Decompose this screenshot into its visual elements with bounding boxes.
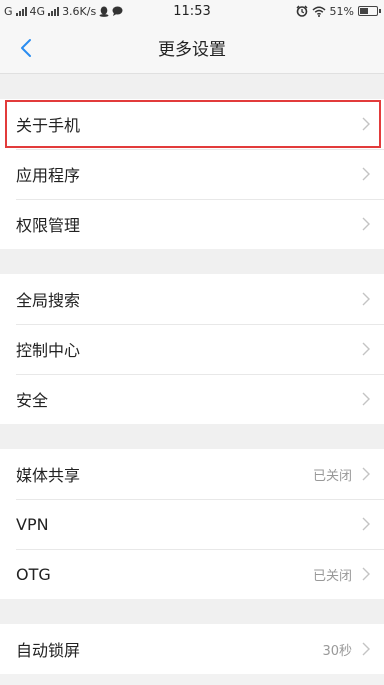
settings-row[interactable]: 关于手机 — [0, 99, 384, 149]
battery-level — [360, 8, 369, 14]
settings-group: 自动锁屏 30秒 — [0, 624, 384, 674]
header: 更多设置 — [0, 22, 384, 74]
wifi-icon — [312, 6, 326, 17]
settings-row-right — [362, 117, 370, 131]
status-bar: G 4G 3.6K/s 11:53 51% — [0, 0, 384, 22]
settings-row-label: 关于手机 — [16, 116, 81, 135]
settings-row-label: 应用程序 — [16, 166, 81, 185]
chevron-right-icon — [362, 342, 370, 356]
network-speed: 3.6K/s — [62, 4, 97, 18]
section-gap — [0, 424, 384, 449]
settings-row-label: 自动锁屏 — [16, 641, 81, 660]
settings-group: 关于手机应用程序权限管理 — [0, 99, 384, 249]
settings-row[interactable]: 控制中心 — [0, 324, 384, 374]
alarm-icon — [296, 5, 308, 17]
chevron-right-icon — [362, 392, 370, 406]
chevron-right-icon — [362, 642, 370, 656]
settings-row[interactable]: 应用程序 — [0, 149, 384, 199]
settings-row[interactable]: 自动锁屏 30秒 — [0, 624, 384, 674]
status-left: G 4G 3.6K/s — [4, 5, 123, 18]
battery-icon — [358, 6, 381, 16]
signal-icon — [15, 6, 27, 16]
settings-row-right: 已关闭 — [313, 565, 370, 584]
settings-row[interactable]: 媒体共享 已关闭 — [0, 449, 384, 499]
network-g-label: G — [4, 4, 13, 18]
clock: 11:53 — [173, 3, 211, 19]
settings-row[interactable]: 全局搜索 — [0, 274, 384, 324]
section-gap — [0, 249, 384, 274]
settings-row-value: 30秒 — [322, 643, 352, 659]
chevron-right-icon — [362, 567, 370, 581]
settings-row-label: 控制中心 — [16, 341, 81, 360]
settings-row[interactable]: 权限管理 — [0, 199, 384, 249]
chevron-right-icon — [362, 467, 370, 481]
chat-bubble-icon — [112, 6, 123, 16]
back-button[interactable] — [12, 34, 40, 62]
settings-row[interactable]: OTG 已关闭 — [0, 549, 384, 599]
chevron-right-icon — [362, 517, 370, 531]
settings-row-label: 媒体共享 — [16, 466, 81, 485]
settings-row-value: 已关闭 — [312, 468, 352, 484]
qq-icon — [99, 6, 109, 17]
section-gap — [0, 599, 384, 624]
chevron-right-icon — [362, 217, 370, 231]
status-right: 51% — [296, 4, 381, 18]
settings-row-right — [362, 517, 370, 531]
network-4g-label: 4G — [29, 4, 46, 18]
settings-group: 媒体共享 已关闭 VPN OTG 已关闭 — [0, 449, 384, 599]
signal-icon — [48, 6, 60, 16]
settings-row-right — [362, 217, 370, 231]
settings-row[interactable]: VPN — [0, 499, 384, 549]
settings-row-label: 全局搜索 — [16, 291, 81, 310]
chevron-right-icon — [362, 292, 370, 306]
settings-list: 关于手机 应用程序 权限管理 全局搜索 控制中心 安全 媒体共享 已关闭 VPN OTG 已关闭 自动… — [0, 74, 384, 674]
chevron-left-icon — [21, 39, 31, 57]
chevron-right-icon — [362, 117, 370, 131]
settings-row[interactable]: 安全 — [0, 374, 384, 424]
settings-group: 全局搜索控制中心安全 — [0, 274, 384, 424]
settings-row-label: OTG — [16, 564, 51, 584]
settings-row-label: 权限管理 — [16, 216, 81, 235]
settings-row-value: 已关闭 — [312, 568, 352, 584]
settings-row-right — [362, 292, 370, 306]
chevron-right-icon — [362, 167, 370, 181]
section-gap — [0, 74, 384, 99]
page-title: 更多设置 — [158, 40, 226, 60]
settings-row-right — [362, 167, 370, 181]
settings-row-right: 已关闭 — [313, 465, 370, 484]
settings-row-right — [362, 392, 370, 406]
settings-row-label: 安全 — [16, 391, 49, 410]
settings-row-label: VPN — [16, 514, 49, 534]
battery-percent: 51% — [329, 4, 354, 18]
settings-row-right: 30秒 — [322, 640, 370, 659]
settings-row-right — [362, 342, 370, 356]
